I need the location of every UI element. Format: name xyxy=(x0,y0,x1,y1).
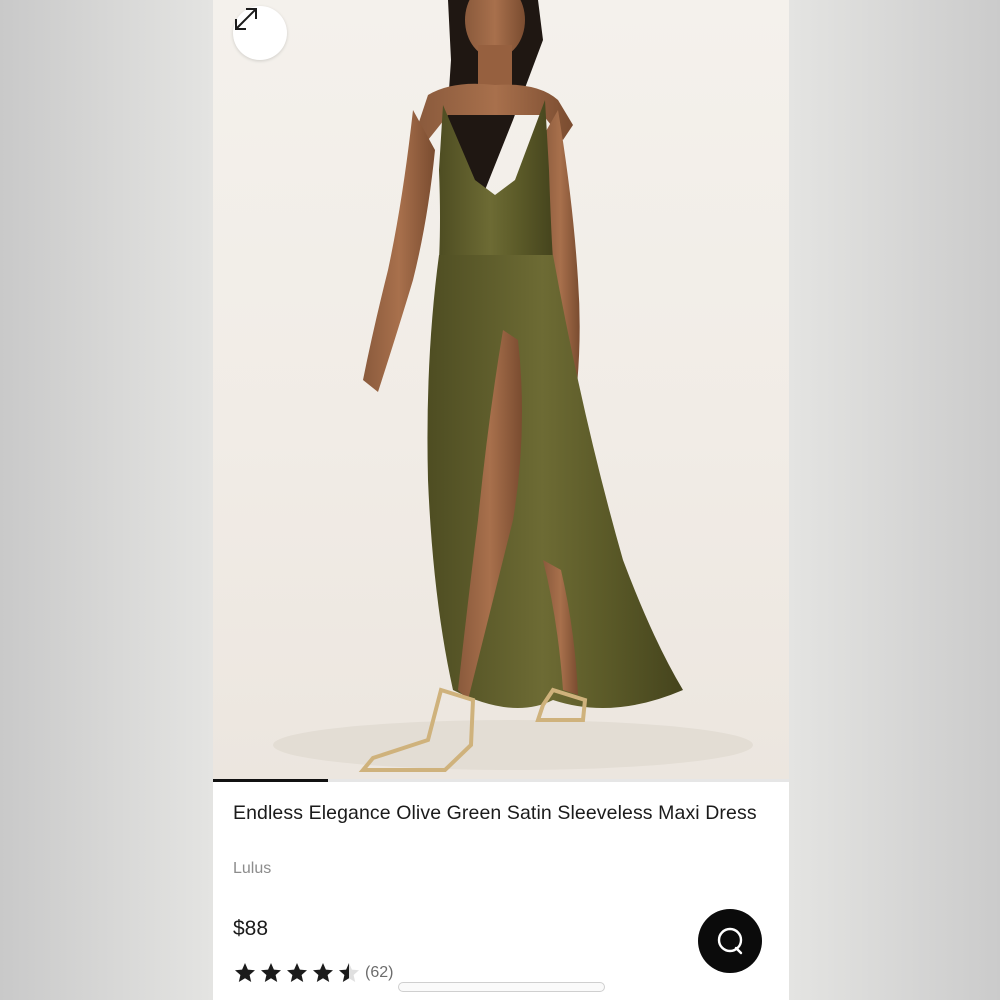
backdrop-left xyxy=(0,0,213,1000)
rating-stars xyxy=(233,961,363,985)
product-title: Endless Elegance Olive Green Satin Sleev… xyxy=(233,802,757,824)
star-icon xyxy=(339,963,359,982)
product-image[interactable] xyxy=(213,0,789,780)
product-card: Endless Elegance Olive Green Satin Sleev… xyxy=(213,0,789,1000)
review-count[interactable]: (62) xyxy=(365,964,393,982)
expand-arrows-icon xyxy=(235,8,257,30)
gallery-progress-fill xyxy=(213,779,329,782)
scroll-indicator xyxy=(398,982,605,992)
chat-bubble-icon xyxy=(717,927,743,955)
star-icon xyxy=(261,963,281,982)
gallery-progress-track xyxy=(213,779,789,782)
star-icon xyxy=(313,963,333,982)
expand-image-button[interactable] xyxy=(233,6,287,60)
backdrop-right xyxy=(789,0,1000,1000)
product-brand[interactable]: Lulus xyxy=(233,860,271,878)
chat-button[interactable] xyxy=(698,909,762,973)
rating[interactable]: (62) xyxy=(233,960,393,986)
star-icon xyxy=(287,963,307,982)
star-icon xyxy=(235,963,255,982)
dress-model-illustration xyxy=(273,0,753,772)
product-price: $88 xyxy=(233,917,269,940)
